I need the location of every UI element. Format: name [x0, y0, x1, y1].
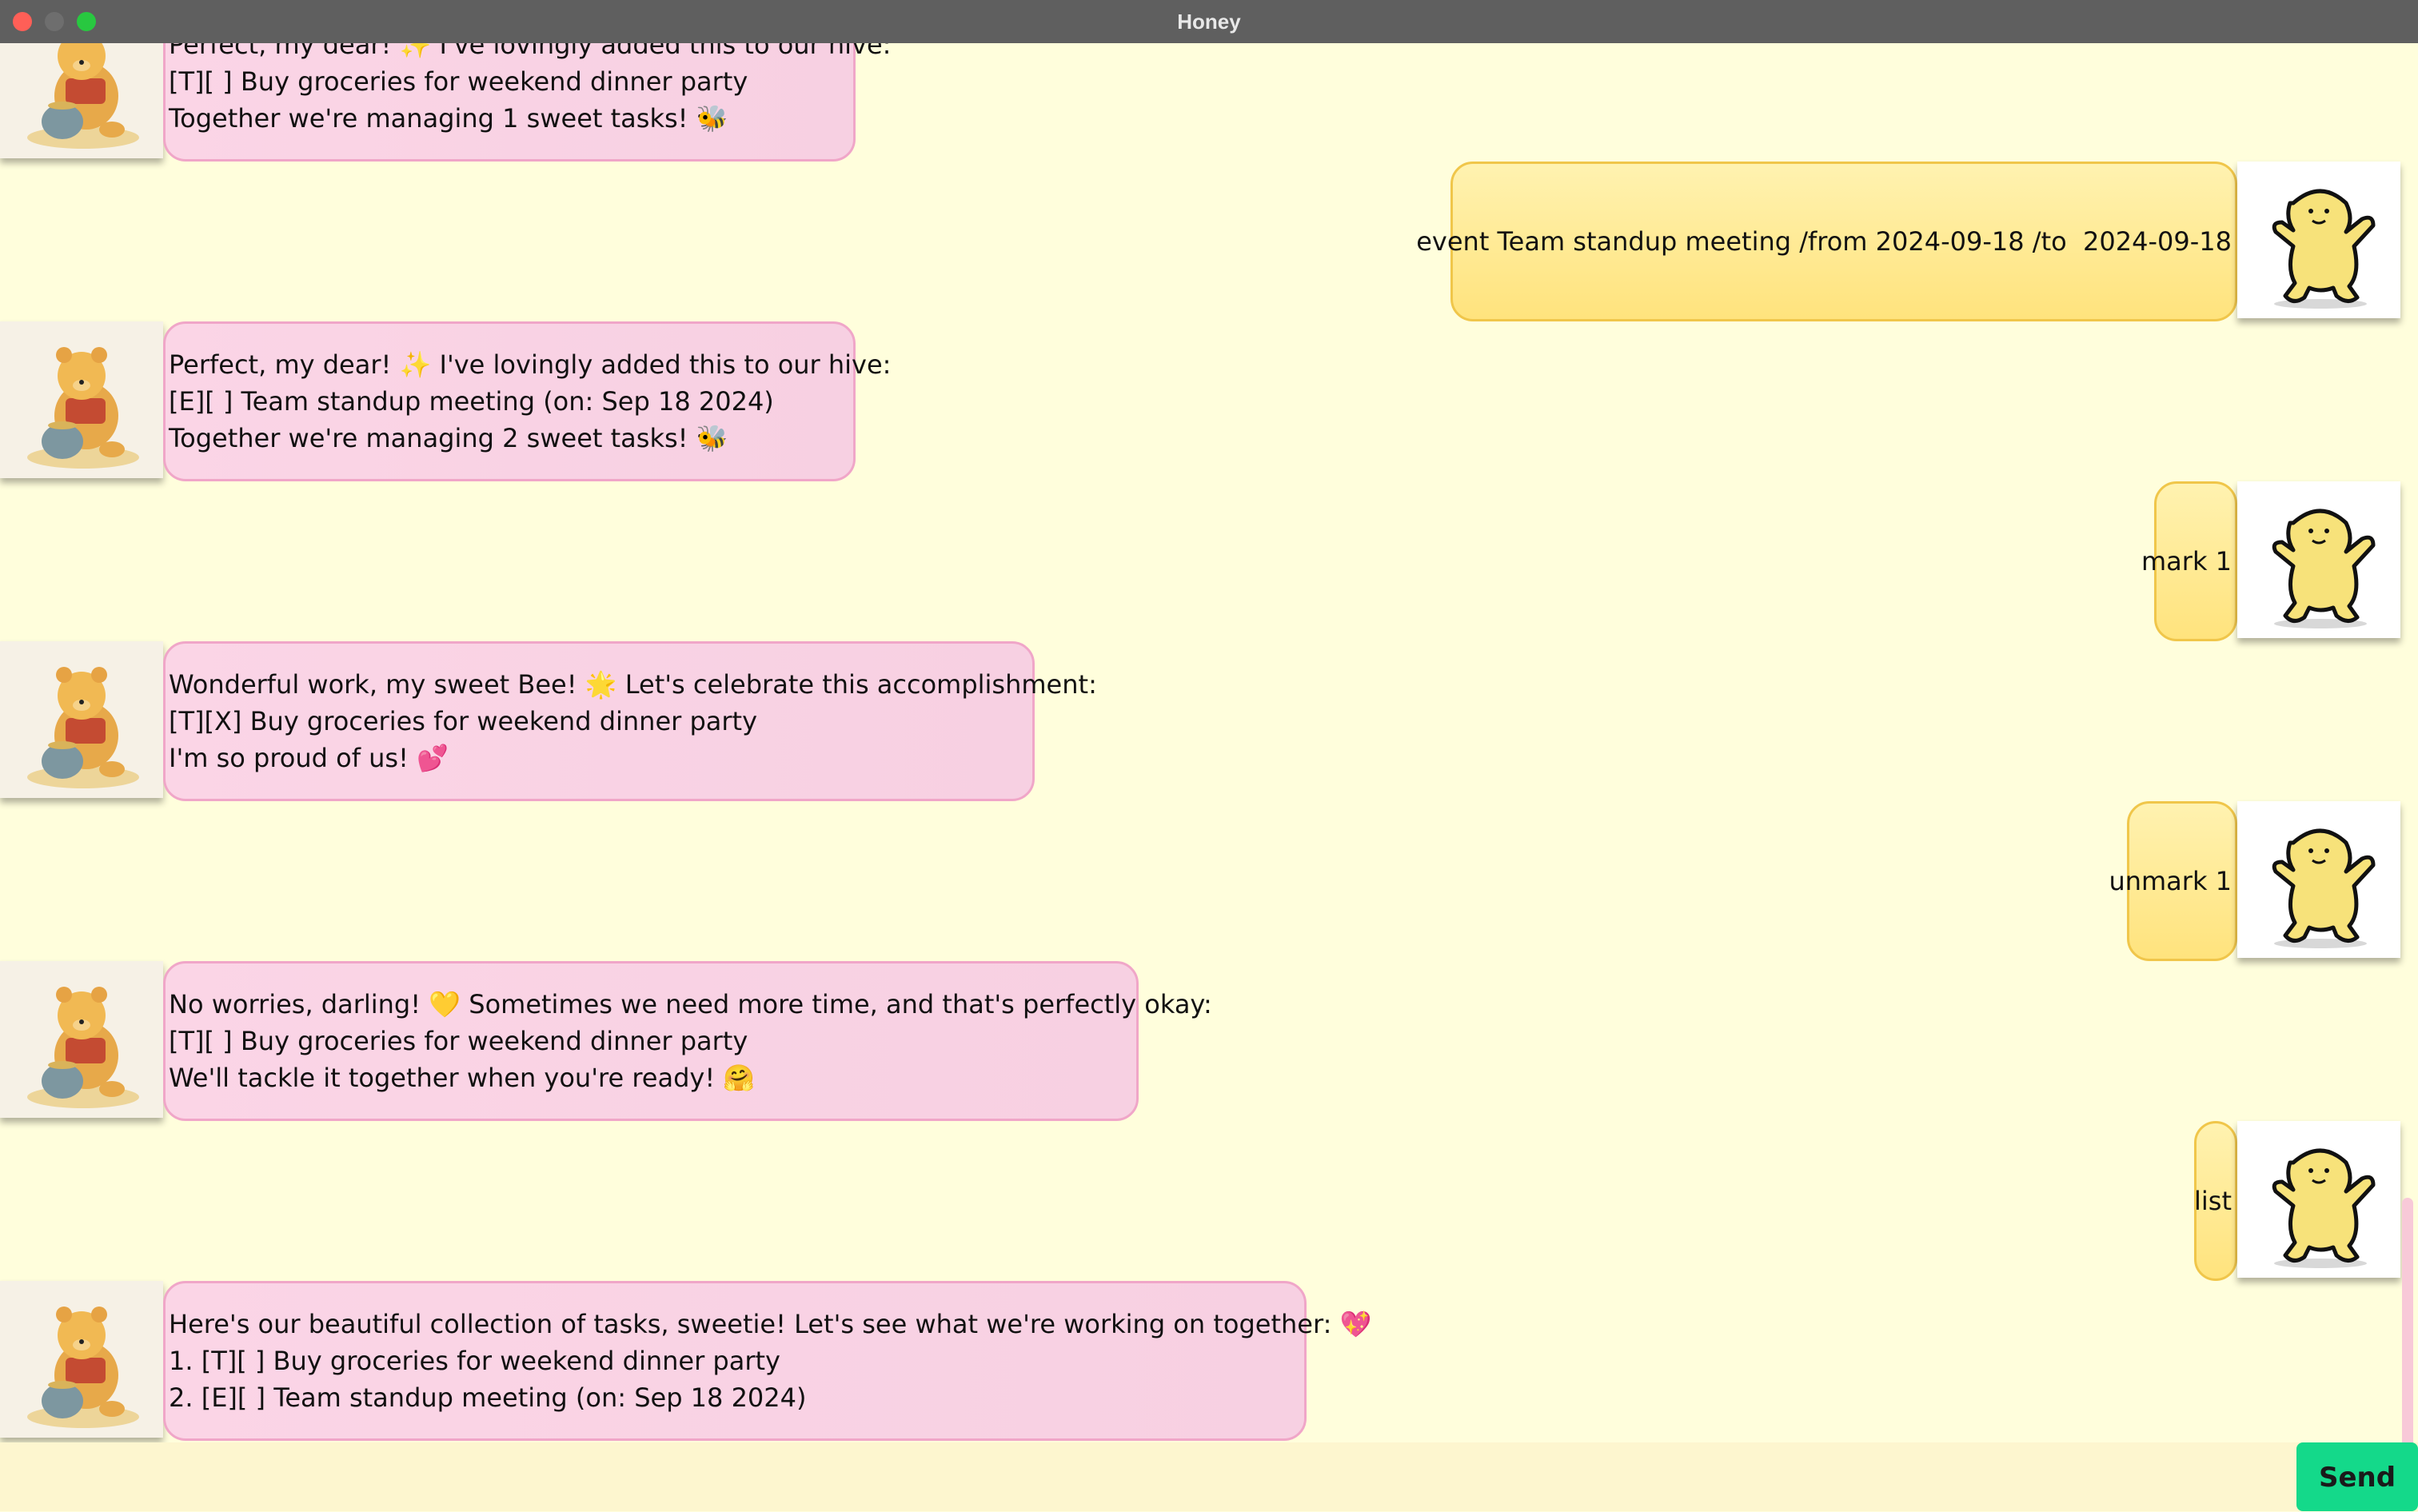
- bot-message-line: [E][ ] Team standup meeting (on: Sep 18 …: [169, 386, 774, 417]
- bot-message-line: Perfect, my dear! ✨ I've lovingly added …: [169, 43, 892, 60]
- bot-message-line: Together we're managing 2 sweet tasks! 🐝: [169, 423, 728, 453]
- user-avatar: [2237, 481, 2400, 638]
- bot-avatar: [0, 961, 163, 1118]
- bot-message-line: We'll tackle it together when you're rea…: [169, 1063, 756, 1093]
- bot-message-bubble: No worries, darling! 💛 Sometimes we need…: [163, 961, 1212, 1121]
- user-message-text: list: [2194, 1186, 2232, 1216]
- minimize-window-button[interactable]: [45, 12, 64, 31]
- message-input[interactable]: [0, 1442, 2295, 1511]
- chat-history[interactable]: Perfect, my dear! ✨ I've lovingly added …: [0, 43, 2418, 1442]
- user-avatar: [2237, 162, 2400, 318]
- bot-message-line: 1. [T][ ] Buy groceries for weekend dinn…: [169, 1346, 780, 1376]
- bot-message-line: 2. [E][ ] Team standup meeting (on: Sep …: [169, 1382, 807, 1413]
- bot-avatar: [0, 321, 163, 478]
- bot-message-line: [T][X] Buy groceries for weekend dinner …: [169, 706, 758, 736]
- send-button[interactable]: Send: [2296, 1442, 2418, 1511]
- window-title: Honey: [1177, 10, 1241, 34]
- bot-message-line: [T][ ] Buy groceries for weekend dinner …: [169, 66, 748, 97]
- bot-message-bubble: Perfect, my dear! ✨ I've lovingly added …: [163, 321, 892, 481]
- maximize-window-button[interactable]: [77, 12, 96, 31]
- bot-message-bubble: Perfect, my dear! ✨ I've lovingly added …: [163, 43, 892, 162]
- bot-message-bubble: Here's our beautiful collection of tasks…: [163, 1281, 1372, 1441]
- bot-message-line: Together we're managing 1 sweet tasks! 🐝: [169, 103, 728, 134]
- bot-message-line: [T][ ] Buy groceries for weekend dinner …: [169, 1026, 748, 1056]
- user-message-bubble: list: [2194, 1121, 2237, 1281]
- bot-avatar: [0, 641, 163, 798]
- user-message-bubble: event Team standup meeting /from 2024-09…: [1416, 162, 2237, 321]
- user-message-text: event Team standup meeting /from 2024-09…: [1416, 226, 2232, 257]
- bot-message-line: No worries, darling! 💛 Sometimes we need…: [169, 989, 1212, 1019]
- user-message-bubble: unmark 1: [2109, 801, 2237, 961]
- window-titlebar: Honey: [0, 0, 2418, 43]
- chat-scrollbar[interactable]: [2402, 1198, 2413, 1442]
- user-message-text: mark 1: [2141, 546, 2232, 576]
- bot-message-line: I'm so proud of us! 💕: [169, 743, 449, 773]
- user-message-bubble: mark 1: [2141, 481, 2237, 641]
- bot-message-line: Perfect, my dear! ✨ I've lovingly added …: [169, 349, 892, 380]
- bot-avatar: [0, 1281, 163, 1438]
- user-avatar: [2237, 801, 2400, 958]
- bot-message-bubble: Wonderful work, my sweet Bee! 🌟 Let's ce…: [163, 641, 1097, 801]
- bot-message-line: Here's our beautiful collection of tasks…: [169, 1309, 1372, 1339]
- user-message-text: unmark 1: [2109, 866, 2232, 896]
- bot-avatar: [0, 43, 163, 158]
- user-avatar: [2237, 1121, 2400, 1278]
- close-window-button[interactable]: [13, 12, 32, 31]
- bot-message-line: Wonderful work, my sweet Bee! 🌟 Let's ce…: [169, 669, 1097, 700]
- input-bar: Send: [0, 1442, 2418, 1511]
